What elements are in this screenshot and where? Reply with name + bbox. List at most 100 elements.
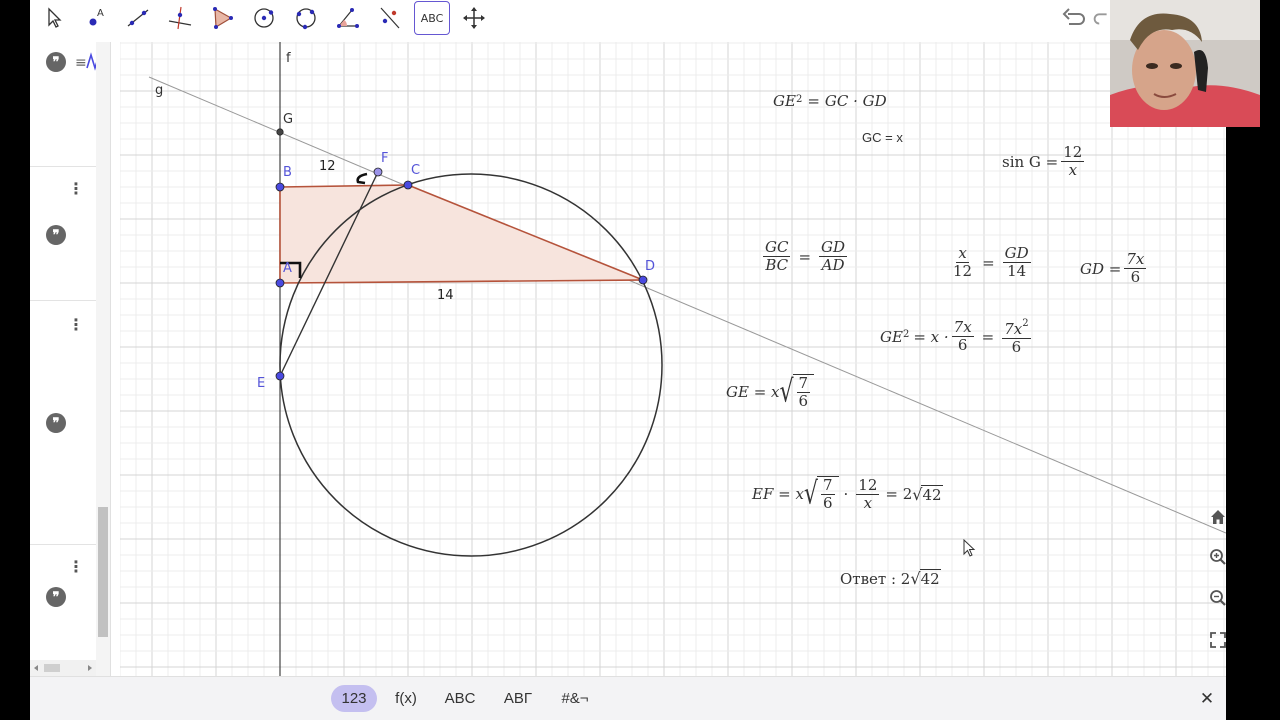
line-icon: [127, 9, 149, 27]
formula-ge[interactable]: GE = x √ 7 6: [726, 374, 815, 410]
formula-gd[interactable]: GD = 7x 6: [1080, 251, 1149, 286]
segment-label-bc: 12: [319, 159, 336, 174]
point-label-D: D: [645, 259, 656, 274]
scroll-thumb[interactable]: [98, 507, 108, 637]
f7-n1: 7x: [951, 318, 974, 337]
undo-icon: [1062, 8, 1085, 25]
scroll-arrows-icon: [34, 664, 92, 672]
point-B: [275, 182, 285, 192]
f7-d1: 6: [957, 336, 968, 354]
cursor-arrow-icon: [48, 7, 62, 28]
algebra-scrollbar[interactable]: [96, 42, 110, 676]
line-label-g: g: [155, 83, 164, 98]
point-label-G: G: [283, 112, 294, 127]
reflect-tool[interactable]: [372, 1, 408, 35]
formula-ge-squared[interactable]: GE 2 = GC · GD: [773, 92, 887, 110]
keyboard-tab-functions[interactable]: f(x): [386, 685, 426, 712]
quote-icon: ❞: [46, 52, 66, 72]
graphics-view[interactable]: f g G B F C A D E 12 14 GE 2 = GC · GD GC =…: [120, 42, 1226, 676]
svg-text:≡: ≡: [75, 55, 87, 71]
home-icon: [1211, 510, 1225, 524]
point-A: [275, 278, 285, 288]
keyboard-tab-latin[interactable]: ABC: [436, 685, 484, 712]
f8-den: 6: [798, 392, 809, 410]
webcam-overlay: [1110, 0, 1260, 127]
algebra-horizontal-scrollbar[interactable]: [30, 660, 96, 676]
svg-text:A: A: [97, 8, 104, 19]
reflect-line-icon: [380, 7, 400, 29]
formula-x-over-12[interactable]: x 12 = GD 14: [948, 245, 1034, 280]
row-menu-icon[interactable]: ⋮: [68, 181, 84, 197]
point-label-C: C: [411, 163, 421, 178]
f9-n2: 12: [856, 475, 880, 495]
move-graphics-view-tool[interactable]: [456, 1, 492, 35]
line-tool[interactable]: [120, 1, 156, 35]
formula-sin-g[interactable]: sin G = 12 x: [1002, 144, 1087, 179]
point-label-A: A: [283, 261, 292, 276]
point-icon: A: [89, 8, 104, 26]
angle-tool[interactable]: [330, 1, 366, 35]
f8-num: 7: [796, 374, 811, 393]
row-menu-icon[interactable]: ⋮: [68, 317, 84, 333]
keyboard-tab-numbers[interactable]: 123: [331, 685, 377, 712]
f9-den: 6: [822, 494, 833, 512]
annotation-stroke: [356, 172, 368, 185]
f3-num: 12: [1061, 143, 1085, 162]
segment-label-ad: 14: [437, 288, 454, 303]
point-label-E: E: [257, 376, 266, 391]
f6-num: 7x: [1124, 250, 1147, 269]
f9-rad: 42: [921, 484, 943, 504]
circle-three-points-icon: [296, 8, 316, 30]
f4-n2: GD: [819, 238, 848, 257]
formula-gc-x[interactable]: GC = x: [862, 130, 903, 145]
keyboard-tab-bar: 123 f(x) ABC ΑΒΓ #&¬ ✕: [30, 676, 1226, 720]
text-tool[interactable]: ABC: [414, 1, 450, 35]
zoom-in-button[interactable]: [1209, 548, 1226, 576]
polygon-tool[interactable]: [204, 1, 240, 35]
f4-d2: AD: [821, 256, 845, 274]
angle-icon: [337, 8, 359, 28]
zoom-out-button[interactable]: [1209, 589, 1226, 617]
formula-ge-squared-value[interactable]: GE 2 = x · 7x 6 = 7x2 6: [880, 317, 1034, 356]
mouse-cursor-icon: [963, 539, 976, 557]
keyboard-tab-greek[interactable]: ΑΒΓ: [494, 685, 542, 712]
undo-button[interactable]: [1056, 1, 1090, 35]
point-G: [276, 128, 284, 136]
f6-lhs: GD =: [1080, 259, 1122, 278]
geogebra-app: A ABC ❞ ≡ ⋮ ❞ ⋮ ❞ ⋮ ❞ f g G B F C A D E …: [30, 0, 1226, 720]
f1-rhs: GC · GD: [824, 92, 887, 110]
quote-icon: ❞: [46, 225, 66, 245]
f6-den: 6: [1130, 268, 1141, 286]
circle-center-tool[interactable]: [246, 1, 282, 35]
formula-ef[interactable]: EF = x √ 7 6 · 12 x = 2 √ 42: [752, 476, 943, 512]
f7-d2: 6: [1011, 338, 1022, 356]
point-label-B: B: [283, 165, 292, 180]
f5-d1: 12: [953, 262, 973, 280]
keyboard-tab-symbols[interactable]: #&¬: [552, 685, 598, 712]
standard-view-button[interactable]: [1209, 508, 1226, 536]
f9-num: 7: [820, 476, 835, 495]
move-tool[interactable]: [36, 1, 72, 35]
formula-answer[interactable]: Ответ : 2 √ 42: [840, 569, 941, 588]
geometry-canvas[interactable]: [120, 42, 1226, 676]
perpendicular-tool[interactable]: [162, 1, 198, 35]
point-tool[interactable]: A: [78, 1, 114, 35]
quote-icon: ❞: [46, 587, 66, 607]
f5-n1: x: [956, 244, 969, 263]
f1-lhs: GE: [773, 92, 796, 110]
fullscreen-button[interactable]: [1209, 631, 1226, 659]
f10-rad: 42: [919, 569, 941, 588]
formula-proportion[interactable]: GC BC = GD AD: [760, 239, 850, 274]
polygon-icon: [213, 7, 233, 29]
row-menu-icon[interactable]: ⋮: [68, 559, 84, 575]
f7-lhs: GE: [880, 327, 903, 346]
f4-n1: GC: [763, 238, 791, 257]
panel-divider[interactable]: [110, 42, 111, 676]
quadrilateral-abcd: [280, 185, 643, 283]
f8-lhs: GE = x: [726, 383, 780, 401]
f5-d2: 14: [1007, 262, 1027, 280]
close-keyboard-button[interactable]: ✕: [1194, 685, 1220, 712]
zoom-in-icon: [1210, 549, 1226, 565]
algebra-top-quote: ❞: [46, 52, 66, 72]
circle-three-points-tool[interactable]: [288, 1, 324, 35]
